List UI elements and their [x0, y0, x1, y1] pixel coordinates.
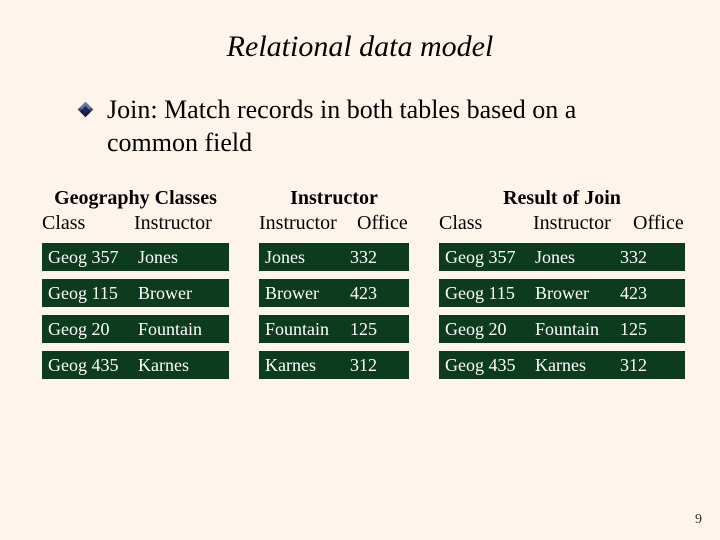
cell: 423 [350, 283, 392, 304]
cell: 332 [350, 247, 392, 268]
table-header-row: Class Instructor [42, 212, 229, 235]
bullet-text: Join: Match records in both tables based… [107, 94, 660, 159]
table-row: Geog 20 Fountain [42, 315, 229, 343]
cell: Geog 435 [48, 355, 138, 376]
table-row: Geog 115 Brower [42, 279, 229, 307]
table-row: Geog 435 Karnes [42, 351, 229, 379]
table-row: Geog 20 Fountain 125 [439, 315, 685, 343]
table-row: Geog 115 Brower 423 [439, 279, 685, 307]
slide: Relational data model Join: Match record… [0, 0, 720, 540]
cell: Karnes [265, 355, 350, 376]
table-row: Fountain 125 [259, 315, 409, 343]
table-header-row: Class Instructor Office [439, 212, 685, 235]
column-header: Office [357, 212, 409, 235]
table-instructor: Instructor Instructor Office Jones 332 B… [259, 187, 409, 379]
table-rows: Geog 357 Jones 332 Geog 115 Brower 423 G… [439, 243, 685, 379]
cell: Brower [265, 283, 350, 304]
cell: 332 [620, 247, 662, 268]
table-row: Geog 357 Jones [42, 243, 229, 271]
cell: 125 [620, 319, 662, 340]
bullet-item: Join: Match records in both tables based… [80, 94, 660, 159]
cell: 312 [350, 355, 392, 376]
cell: Geog 20 [48, 319, 138, 340]
cell: Karnes [535, 355, 620, 376]
table-header-row: Instructor Office [259, 212, 409, 235]
diamond-bullet-icon [78, 102, 94, 118]
table-title: Geography Classes [42, 187, 229, 210]
cell: Geog 20 [445, 319, 535, 340]
slide-title: Relational data model [0, 0, 720, 64]
cell: 125 [350, 319, 392, 340]
cell: Geog 357 [445, 247, 535, 268]
column-header: Instructor [134, 212, 229, 235]
cell: Geog 115 [445, 283, 535, 304]
cell: Jones [265, 247, 350, 268]
table-geography-classes: Geography Classes Class Instructor Geog … [42, 187, 229, 379]
table-row: Brower 423 [259, 279, 409, 307]
cell: Geog 357 [48, 247, 138, 268]
table-result-of-join: Result of Join Class Instructor Office G… [439, 187, 685, 379]
slide-body: Join: Match records in both tables based… [0, 64, 720, 159]
table-row: Jones 332 [259, 243, 409, 271]
page-number: 9 [695, 512, 702, 528]
table-row: Karnes 312 [259, 351, 409, 379]
table-row: Geog 435 Karnes 312 [439, 351, 685, 379]
column-header: Instructor [533, 212, 633, 235]
table-row: Geog 357 Jones 332 [439, 243, 685, 271]
cell: Jones [535, 247, 620, 268]
cell: Brower [138, 283, 223, 304]
table-rows: Geog 357 Jones Geog 115 Brower Geog 20 F… [42, 243, 229, 379]
column-header: Instructor [259, 212, 357, 235]
cell: Jones [138, 247, 223, 268]
cell: Fountain [265, 319, 350, 340]
column-header: Class [439, 212, 533, 235]
table-title: Instructor [259, 187, 409, 210]
column-header: Class [42, 212, 134, 235]
cell: 423 [620, 283, 662, 304]
cell: Geog 115 [48, 283, 138, 304]
cell: Brower [535, 283, 620, 304]
cell: Fountain [535, 319, 620, 340]
cell: Karnes [138, 355, 223, 376]
tables-container: Geography Classes Class Instructor Geog … [0, 159, 720, 379]
cell: Geog 435 [445, 355, 535, 376]
cell: 312 [620, 355, 662, 376]
table-title: Result of Join [439, 187, 685, 210]
cell: Fountain [138, 319, 223, 340]
table-rows: Jones 332 Brower 423 Fountain 125 Karnes… [259, 243, 409, 379]
column-header: Office [633, 212, 685, 235]
